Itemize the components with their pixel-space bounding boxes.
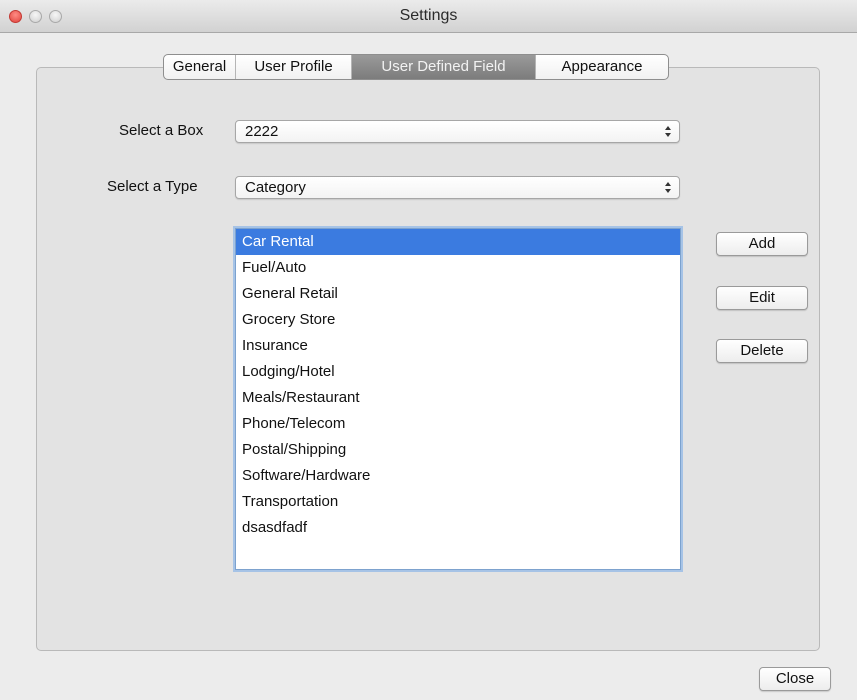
list-item[interactable]: Lodging/Hotel [236, 359, 680, 385]
list-item[interactable]: Postal/Shipping [236, 437, 680, 463]
tab-user-defined-field[interactable]: User Defined Field [352, 55, 536, 79]
list-item[interactable]: General Retail [236, 281, 680, 307]
select-type-label: Select a Type [107, 178, 198, 195]
type-select-value: Category [245, 179, 306, 196]
title-bar: Settings [0, 0, 857, 33]
tab-user-profile[interactable]: User Profile [236, 55, 352, 79]
settings-tabs: General User Profile User Defined Field … [163, 54, 669, 80]
list-item[interactable]: dsasdfadf [236, 515, 680, 541]
delete-button[interactable]: Delete [716, 339, 808, 363]
category-list[interactable]: Car Rental Fuel/Auto General Retail Groc… [235, 228, 681, 570]
list-item[interactable]: Fuel/Auto [236, 255, 680, 281]
list-item[interactable]: Meals/Restaurant [236, 385, 680, 411]
type-select[interactable]: Category [235, 176, 680, 199]
box-select-value: 2222 [245, 123, 279, 140]
list-item[interactable]: Grocery Store [236, 307, 680, 333]
window-title: Settings [399, 7, 458, 24]
close-button[interactable]: Close [759, 667, 831, 691]
list-item[interactable]: Transportation [236, 489, 680, 515]
list-item[interactable]: Insurance [236, 333, 680, 359]
add-button[interactable]: Add [716, 232, 808, 256]
select-arrows-icon [665, 182, 671, 193]
tab-appearance[interactable]: Appearance [536, 55, 668, 79]
box-select[interactable]: 2222 [235, 120, 680, 143]
select-arrows-icon [665, 126, 671, 137]
select-box-label: Select a Box [119, 122, 204, 139]
edit-button[interactable]: Edit [716, 286, 808, 310]
list-item[interactable]: Phone/Telecom [236, 411, 680, 437]
list-item[interactable]: Software/Hardware [236, 463, 680, 489]
list-item[interactable]: Car Rental [236, 229, 680, 255]
tab-general[interactable]: General [164, 55, 236, 79]
